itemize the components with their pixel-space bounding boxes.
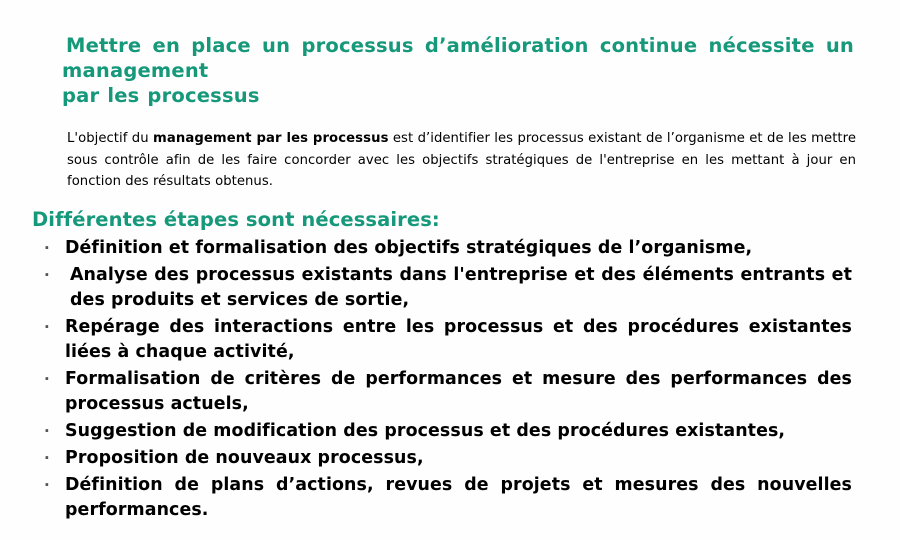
list-item: · Formalisation de critères de performanc… xyxy=(32,367,852,417)
steps-list: · Définition et formalisation des objecti… xyxy=(32,236,852,525)
page-title-line-1: Mettre en place un processus d’améliorat… xyxy=(62,34,854,82)
intro-paragraph: L'objectif du management par les process… xyxy=(67,128,856,193)
list-item: · Définition et formalisation des objecti… xyxy=(32,236,852,261)
list-item-label: Définition de plans d’actions, revues de… xyxy=(65,475,852,520)
bullet-dot-icon: · xyxy=(44,422,50,440)
section-heading: Différentes étapes sont nécessaires: xyxy=(32,208,440,231)
intro-emphasis: management par les processus xyxy=(153,131,389,147)
intro-text-before: L'objectif du xyxy=(67,131,153,147)
bullet-dot-icon: · xyxy=(44,318,50,336)
bullet-dot-icon: · xyxy=(44,449,50,467)
list-item-label: Définition et formalisation des objectif… xyxy=(65,238,753,258)
list-item-label: Formalisation de critères de performance… xyxy=(65,369,852,414)
list-item-label: Repérage des interactions entre les proc… xyxy=(65,317,852,362)
list-item-label: Analyse des processus existants dans l'e… xyxy=(70,265,852,310)
list-item: · Suggestion de modification des processu… xyxy=(32,419,852,444)
list-item: · Définition de plans d’actions, revues d… xyxy=(32,473,852,523)
bullet-dot-icon: · xyxy=(44,370,50,388)
bullet-dot-icon: · xyxy=(44,476,50,494)
slide-canvas: Mettre en place un processus d’améliorat… xyxy=(0,0,900,540)
list-item: · Repérage des interactions entre les pro… xyxy=(32,315,852,365)
page-title: Mettre en place un processus d’améliorat… xyxy=(62,33,854,108)
page-title-line-2: par les processus xyxy=(62,84,260,107)
list-item: · Proposition de nouveaux processus, xyxy=(32,446,852,471)
list-item: · Analyse des processus existants dans l'… xyxy=(32,263,852,313)
list-item-label: Proposition de nouveaux processus, xyxy=(65,448,424,468)
list-item-label: Suggestion de modification des processus… xyxy=(65,421,786,441)
bullet-dot-icon: · xyxy=(44,239,50,257)
bullet-dot-icon: · xyxy=(44,266,50,284)
